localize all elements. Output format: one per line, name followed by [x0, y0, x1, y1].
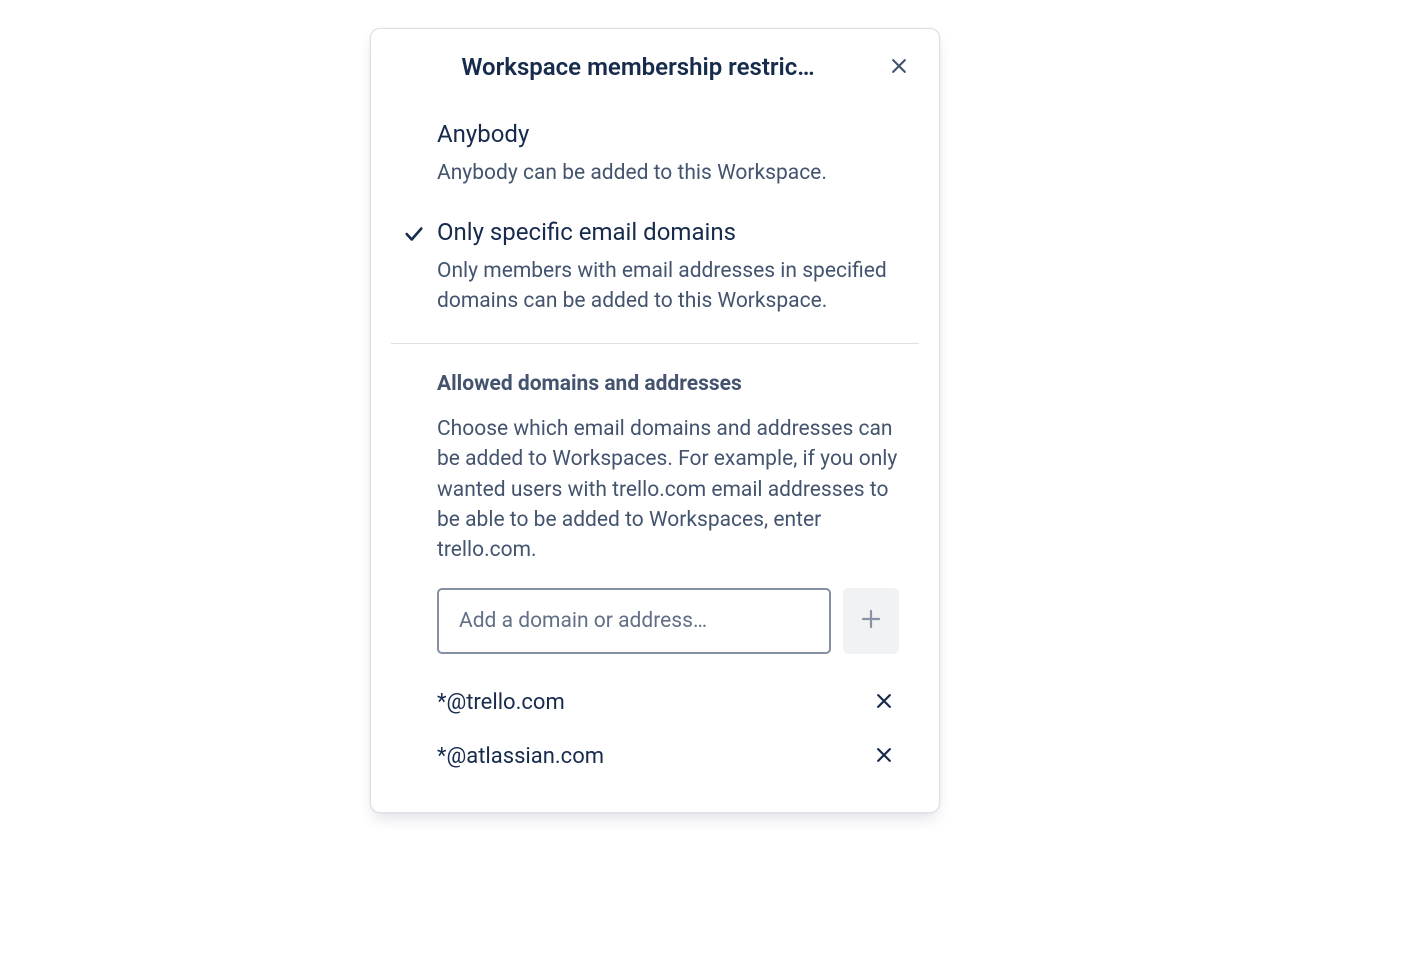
allowed-domains-heading: Allowed domains and addresses — [437, 372, 919, 396]
domain-text: *@atlassian.com — [437, 744, 604, 769]
option-body: Anybody Anybody can be added to this Wor… — [437, 119, 919, 189]
dialog-title: Workspace membership restric… — [411, 53, 881, 81]
option-body: Only specific email domains Only members… — [437, 217, 919, 317]
option-desc: Anybody can be added to this Workspace. — [437, 158, 899, 188]
plus-icon — [859, 607, 883, 634]
allowed-domains-section: Allowed domains and addresses Choose whi… — [371, 344, 939, 784]
dialog-header: Workspace membership restric… — [371, 29, 939, 93]
close-icon — [874, 691, 894, 714]
add-domain-row — [437, 588, 919, 654]
domain-list: *@trello.com *@atlassian.com — [437, 676, 919, 784]
option-check-slot — [391, 119, 437, 125]
close-icon — [874, 745, 894, 768]
domain-item: *@trello.com — [437, 676, 901, 730]
option-specific-domains[interactable]: Only specific email domains Only members… — [391, 211, 919, 317]
close-button[interactable] — [881, 49, 917, 85]
domain-item: *@atlassian.com — [437, 730, 901, 784]
domain-input[interactable] — [437, 588, 831, 654]
allowed-domains-desc: Choose which email domains and addresses… — [437, 414, 919, 566]
option-desc: Only members with email addresses in spe… — [437, 256, 899, 317]
option-title: Only specific email domains — [437, 217, 899, 248]
option-check-slot — [391, 217, 437, 249]
option-title: Anybody — [437, 119, 899, 150]
restriction-options: Anybody Anybody can be added to this Wor… — [371, 93, 939, 343]
add-domain-button[interactable] — [843, 588, 899, 654]
remove-domain-button[interactable] — [867, 686, 901, 720]
check-icon — [403, 223, 425, 249]
option-anybody[interactable]: Anybody Anybody can be added to this Wor… — [391, 113, 919, 189]
close-icon — [889, 56, 909, 79]
domain-text: *@trello.com — [437, 690, 565, 715]
membership-restrictions-dialog: Workspace membership restric… Anybody An… — [370, 28, 940, 813]
remove-domain-button[interactable] — [867, 740, 901, 774]
